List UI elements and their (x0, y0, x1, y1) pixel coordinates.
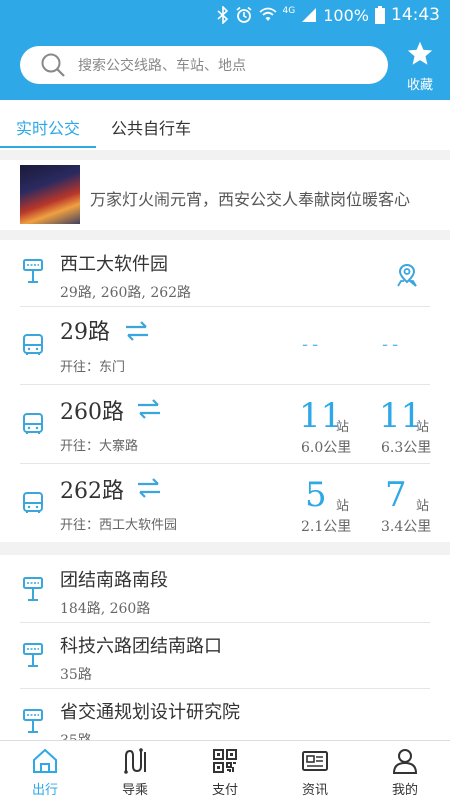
nav-label: 支付 (211, 783, 238, 798)
home-icon (33, 748, 57, 773)
arrival-stops: -- (302, 334, 323, 355)
tab-bar: 实时公交 公共自行车 (0, 100, 450, 150)
arrival-distance: 3.4公里 (381, 519, 432, 535)
wifi-icon (258, 7, 277, 23)
bus-stop-icon (23, 643, 43, 667)
stop-lines: 35路 (60, 730, 92, 740)
nav-travel[interactable]: 出行 (0, 741, 90, 800)
divider (20, 463, 430, 464)
stop-name: 省交通规划设计研究院 (60, 702, 240, 723)
bus-icon (23, 334, 43, 355)
news-banner[interactable]: 万家灯火闹元宵，西安公交人奉献岗位暖客心 (0, 160, 450, 230)
favorites-label: 收藏 (406, 78, 433, 93)
stop-lines: 35路 (60, 667, 92, 683)
network-type-label: 4G (282, 6, 296, 16)
arrival-distance: 2.1公里 (301, 519, 352, 535)
stop-name: 团结南路南段 (60, 570, 168, 591)
news-thumbnail (20, 165, 80, 224)
swap-direction-icon[interactable] (136, 398, 162, 420)
nav-label: 导乘 (121, 783, 148, 798)
stop-name: 科技六路团结南路口 (60, 636, 222, 657)
bus-stop-icon (23, 709, 43, 733)
signal-icon (301, 7, 317, 23)
user-icon (392, 749, 418, 774)
qr-code-icon (213, 749, 237, 773)
tab-public-bike[interactable]: 公共自行车 (111, 100, 191, 150)
route-direction: 开往：大寨路 (60, 439, 139, 454)
arrival-stops: 7 (385, 475, 407, 515)
divider (20, 622, 430, 623)
bottom-nav: 出行 导乘 支付 资讯 我的 (0, 740, 450, 800)
arrival-stops: 5 (305, 475, 327, 515)
swap-direction-icon[interactable] (136, 477, 162, 499)
clock: 14:43 (391, 5, 440, 25)
bus-icon (23, 492, 43, 513)
battery-percent: 100% (323, 5, 369, 25)
route-number: 262路 (60, 479, 124, 504)
favorites-button[interactable]: 收藏 (400, 40, 440, 93)
swap-direction-icon[interactable] (124, 320, 150, 342)
news-icon (302, 751, 328, 771)
stop-lines: 184路, 260路 (60, 601, 151, 617)
nearby-stops-card: 团结南路南段 184路, 260路 科技六路团结南路口 35路 省交通规划设计研… (0, 555, 450, 740)
stops-unit: 站 (416, 420, 430, 435)
nav-profile[interactable]: 我的 (360, 741, 450, 800)
divider (20, 306, 430, 307)
battery-icon (375, 6, 385, 24)
divider (20, 688, 430, 689)
nav-news[interactable]: 资讯 (270, 741, 360, 800)
star-icon (407, 41, 433, 65)
route-direction: 开往：东门 (60, 360, 126, 375)
bluetooth-icon (217, 6, 229, 24)
bus-stop-icon (23, 577, 43, 601)
nav-pay[interactable]: 支付 (180, 741, 270, 800)
nav-label: 资讯 (301, 783, 328, 798)
search-icon (41, 53, 65, 77)
route-number: 260路 (60, 400, 124, 425)
active-tab-indicator (0, 146, 96, 148)
route-guide-icon (124, 748, 146, 774)
search-input[interactable]: 搜索公交线路、车站、地点 (20, 46, 388, 84)
arrival-distance: 6.0公里 (301, 440, 352, 456)
stops-unit: 站 (336, 420, 350, 435)
route-direction: 开往：西工大软件园 (60, 518, 178, 533)
tab-realtime-bus[interactable]: 实时公交 (16, 100, 80, 150)
header: 搜索公交线路、车站、地点 收藏 (0, 32, 450, 100)
news-headline: 万家灯火闹元宵，西安公交人奉献岗位暖客心 (90, 190, 411, 209)
stops-unit: 站 (416, 499, 430, 514)
stop-name[interactable]: 西工大软件园 (60, 250, 168, 276)
stop-lines: 29路, 260路, 262路 (60, 285, 192, 301)
arrival-stops: -- (382, 334, 403, 355)
map-location-icon[interactable] (394, 262, 420, 288)
alarm-icon (235, 6, 253, 24)
nav-label: 出行 (31, 783, 58, 798)
bus-stop-icon (23, 259, 43, 283)
arrival-distance: 6.3公里 (381, 440, 432, 456)
divider (20, 384, 430, 385)
search-placeholder: 搜索公交线路、车站、地点 (78, 58, 246, 74)
nav-label: 我的 (391, 783, 418, 798)
stops-unit: 站 (336, 499, 350, 514)
status-bar: 4G 100% 14:43 (0, 0, 450, 32)
bus-icon (23, 413, 43, 434)
nav-guide[interactable]: 导乘 (90, 741, 180, 800)
route-number: 29路 (60, 320, 110, 345)
